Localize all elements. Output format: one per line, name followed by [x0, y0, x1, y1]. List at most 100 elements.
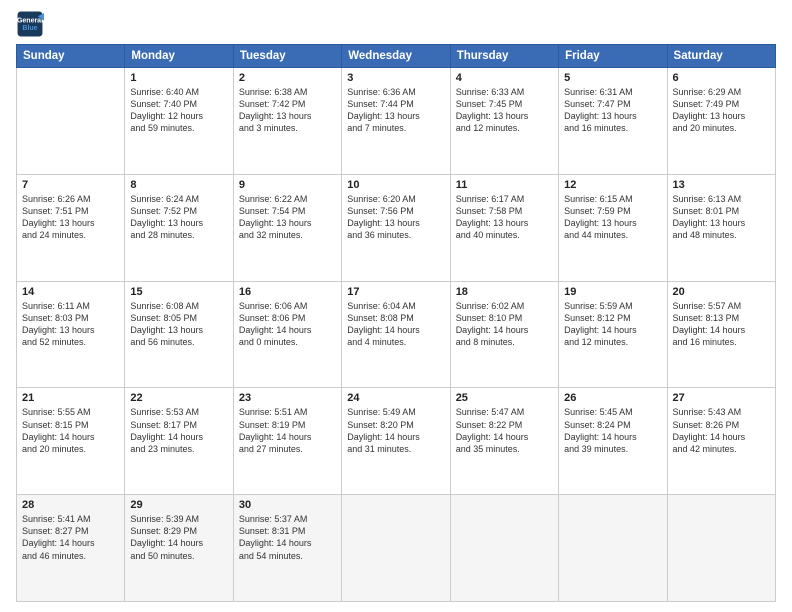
day-number: 16 — [239, 286, 336, 298]
day-info: Sunrise: 6:22 AM Sunset: 7:54 PM Dayligh… — [239, 193, 336, 242]
day-number: 19 — [564, 286, 661, 298]
calendar-cell: 9Sunrise: 6:22 AM Sunset: 7:54 PM Daylig… — [233, 174, 341, 281]
day-info: Sunrise: 6:36 AM Sunset: 7:44 PM Dayligh… — [347, 86, 444, 135]
column-header-thursday: Thursday — [450, 45, 558, 68]
day-info: Sunrise: 5:43 AM Sunset: 8:26 PM Dayligh… — [673, 406, 770, 455]
calendar-cell: 1 Sunrise: 6:40 AM Sunset: 7:40 PM Daylig… — [125, 68, 233, 175]
column-header-saturday: Saturday — [667, 45, 775, 68]
day-number: 2 — [239, 72, 336, 84]
week-row-3: 14 Sunrise: 6:11 AM Sunset: 8:03 PM Dayli… — [17, 281, 776, 388]
calendar-cell: 21 Sunrise: 5:55 AM Sunset: 8:15 PM Dayli… — [17, 388, 125, 495]
day-number: 20 — [673, 286, 770, 298]
calendar-cell: 30 Sunrise: 5:37 AM Sunset: 8:31 PM Dayli… — [233, 495, 341, 602]
calendar-cell: 5 Sunrise: 6:31 AM Sunset: 7:47 PM Daylig… — [559, 68, 667, 175]
day-info: Sunrise: 6:15 AM Sunset: 7:59 PM Dayligh… — [564, 193, 661, 242]
calendar-cell: 19 Sunrise: 5:59 AM Sunset: 8:12 PM Dayli… — [559, 281, 667, 388]
day-info: Sunrise: 6:04 AM Sunset: 8:08 PM Dayligh… — [347, 300, 444, 349]
day-info: Sunrise: 6:17 AM Sunset: 7:58 PM Dayligh… — [456, 193, 553, 242]
day-number: 27 — [673, 392, 770, 404]
day-info: Sunrise: 6:38 AM Sunset: 7:42 PM Dayligh… — [239, 86, 336, 135]
calendar-cell: 29Sunrise: 5:39 AM Sunset: 8:29 PM Dayli… — [125, 495, 233, 602]
day-number: 5 — [564, 72, 661, 84]
column-header-sunday: Sunday — [17, 45, 125, 68]
day-info: Sunrise: 6:24 AM Sunset: 7:52 PM Dayligh… — [130, 193, 227, 242]
day-info: Sunrise: 5:51 AM Sunset: 8:19 PM Dayligh… — [239, 406, 336, 455]
calendar-cell: 14 Sunrise: 6:11 AM Sunset: 8:03 PM Dayli… — [17, 281, 125, 388]
day-number: 18 — [456, 286, 553, 298]
column-header-tuesday: Tuesday — [233, 45, 341, 68]
day-number: 25 — [456, 392, 553, 404]
day-info: Sunrise: 6:20 AM Sunset: 7:56 PM Dayligh… — [347, 193, 444, 242]
calendar-cell: 25 Sunrise: 5:47 AM Sunset: 8:22 PM Dayli… — [450, 388, 558, 495]
calendar-cell: 12 Sunrise: 6:15 AM Sunset: 7:59 PM Dayli… — [559, 174, 667, 281]
day-info: Sunrise: 5:47 AM Sunset: 8:22 PM Dayligh… — [456, 406, 553, 455]
day-info: Sunrise: 6:06 AM Sunset: 8:06 PM Dayligh… — [239, 300, 336, 349]
calendar-cell: 26 Sunrise: 5:45 AM Sunset: 8:24 PM Dayli… — [559, 388, 667, 495]
header-row: SundayMondayTuesdayWednesdayThursdayFrid… — [17, 45, 776, 68]
day-info: Sunrise: 6:29 AM Sunset: 7:49 PM Dayligh… — [673, 86, 770, 135]
calendar-cell: 23Sunrise: 5:51 AM Sunset: 8:19 PM Dayli… — [233, 388, 341, 495]
calendar-cell: 4 Sunrise: 6:33 AM Sunset: 7:45 PM Daylig… — [450, 68, 558, 175]
day-info: Sunrise: 5:41 AM Sunset: 8:27 PM Dayligh… — [22, 513, 119, 562]
calendar-cell: 2 Sunrise: 6:38 AM Sunset: 7:42 PM Daylig… — [233, 68, 341, 175]
day-number: 1 — [130, 72, 227, 84]
logo: General Blue — [16, 10, 44, 38]
calendar-cell — [667, 495, 775, 602]
day-info: Sunrise: 5:53 AM Sunset: 8:17 PM Dayligh… — [130, 406, 227, 455]
day-number: 28 — [22, 499, 119, 511]
day-number: 4 — [456, 72, 553, 84]
day-info: Sunrise: 5:37 AM Sunset: 8:31 PM Dayligh… — [239, 513, 336, 562]
week-row-1: 1 Sunrise: 6:40 AM Sunset: 7:40 PM Daylig… — [17, 68, 776, 175]
day-number: 10 — [347, 179, 444, 191]
day-number: 12 — [564, 179, 661, 191]
day-info: Sunrise: 5:55 AM Sunset: 8:15 PM Dayligh… — [22, 406, 119, 455]
day-info: Sunrise: 6:13 AM Sunset: 8:01 PM Dayligh… — [673, 193, 770, 242]
calendar-cell: 8 Sunrise: 6:24 AM Sunset: 7:52 PM Daylig… — [125, 174, 233, 281]
day-number: 7 — [22, 179, 119, 191]
day-info: Sunrise: 6:40 AM Sunset: 7:40 PM Dayligh… — [130, 86, 227, 135]
day-info: Sunrise: 5:59 AM Sunset: 8:12 PM Dayligh… — [564, 300, 661, 349]
svg-text:General: General — [17, 17, 43, 24]
day-info: Sunrise: 5:45 AM Sunset: 8:24 PM Dayligh… — [564, 406, 661, 455]
day-info: Sunrise: 6:33 AM Sunset: 7:45 PM Dayligh… — [456, 86, 553, 135]
day-number: 14 — [22, 286, 119, 298]
calendar-cell: 7 Sunrise: 6:26 AM Sunset: 7:51 PM Daylig… — [17, 174, 125, 281]
calendar-table: SundayMondayTuesdayWednesdayThursdayFrid… — [16, 44, 776, 602]
day-number: 6 — [673, 72, 770, 84]
day-info: Sunrise: 5:49 AM Sunset: 8:20 PM Dayligh… — [347, 406, 444, 455]
day-number: 13 — [673, 179, 770, 191]
calendar-cell: 18 Sunrise: 6:02 AM Sunset: 8:10 PM Dayli… — [450, 281, 558, 388]
calendar-cell: 3Sunrise: 6:36 AM Sunset: 7:44 PM Daylig… — [342, 68, 450, 175]
day-info: Sunrise: 6:02 AM Sunset: 8:10 PM Dayligh… — [456, 300, 553, 349]
calendar-cell: 13 Sunrise: 6:13 AM Sunset: 8:01 PM Dayli… — [667, 174, 775, 281]
calendar-cell: 16 Sunrise: 6:06 AM Sunset: 8:06 PM Dayli… — [233, 281, 341, 388]
calendar-cell — [450, 495, 558, 602]
day-number: 17 — [347, 286, 444, 298]
day-number: 24 — [347, 392, 444, 404]
week-row-2: 7 Sunrise: 6:26 AM Sunset: 7:51 PM Daylig… — [17, 174, 776, 281]
day-info: Sunrise: 6:11 AM Sunset: 8:03 PM Dayligh… — [22, 300, 119, 349]
calendar-cell: 17 Sunrise: 6:04 AM Sunset: 8:08 PM Dayli… — [342, 281, 450, 388]
calendar-cell: 15 Sunrise: 6:08 AM Sunset: 8:05 PM Dayli… — [125, 281, 233, 388]
calendar-cell: 11 Sunrise: 6:17 AM Sunset: 7:58 PM Dayli… — [450, 174, 558, 281]
column-header-monday: Monday — [125, 45, 233, 68]
day-info: Sunrise: 6:31 AM Sunset: 7:47 PM Dayligh… — [564, 86, 661, 135]
day-number: 11 — [456, 179, 553, 191]
header: General Blue — [16, 10, 776, 38]
calendar-cell: 28 Sunrise: 5:41 AM Sunset: 8:27 PM Dayli… — [17, 495, 125, 602]
calendar-cell: 22 Sunrise: 5:53 AM Sunset: 8:17 PM Dayli… — [125, 388, 233, 495]
calendar-cell: 20Sunrise: 5:57 AM Sunset: 8:13 PM Dayli… — [667, 281, 775, 388]
day-number: 15 — [130, 286, 227, 298]
day-info: Sunrise: 6:08 AM Sunset: 8:05 PM Dayligh… — [130, 300, 227, 349]
week-row-4: 21 Sunrise: 5:55 AM Sunset: 8:15 PM Dayli… — [17, 388, 776, 495]
calendar-cell: 24 Sunrise: 5:49 AM Sunset: 8:20 PM Dayli… — [342, 388, 450, 495]
day-number: 30 — [239, 499, 336, 511]
day-number: 29 — [130, 499, 227, 511]
week-row-5: 28 Sunrise: 5:41 AM Sunset: 8:27 PM Dayli… — [17, 495, 776, 602]
day-number: 22 — [130, 392, 227, 404]
day-number: 8 — [130, 179, 227, 191]
day-info: Sunrise: 6:26 AM Sunset: 7:51 PM Dayligh… — [22, 193, 119, 242]
day-number: 21 — [22, 392, 119, 404]
calendar-cell: 10 Sunrise: 6:20 AM Sunset: 7:56 PM Dayli… — [342, 174, 450, 281]
day-number: 26 — [564, 392, 661, 404]
